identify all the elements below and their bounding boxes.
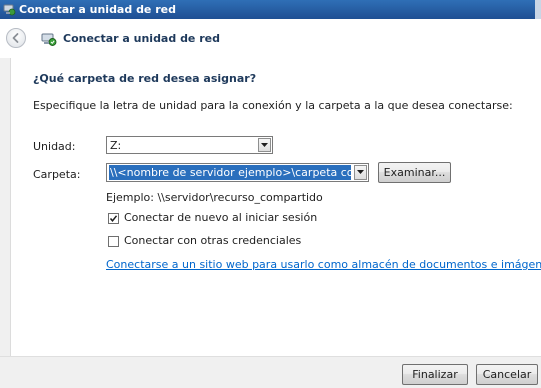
instructions-text: Especifique la letra de unidad para la c… (33, 99, 513, 112)
title-bar-edge (535, 0, 541, 19)
back-arrow-icon (12, 33, 19, 43)
drive-select-value: Z: (110, 139, 122, 152)
reconnect-label[interactable]: Conectar de nuevo al iniciar sesión (124, 211, 317, 224)
wizard-content: ¿Qué carpeta de red desea asignar? Espec… (10, 58, 541, 356)
title-bar[interactable]: Conectar a unidad de red (0, 0, 541, 19)
drive-label: Unidad: (33, 140, 76, 153)
header-title: Conectar a unidad de red (63, 32, 220, 45)
other-credentials-label[interactable]: Conectar con otras credenciales (124, 234, 301, 247)
network-drive-icon (41, 31, 57, 47)
other-credentials-checkbox[interactable] (108, 236, 119, 247)
chevron-down-icon (357, 170, 364, 174)
website-storage-link[interactable]: Conectarse a un sitio web para usarlo co… (106, 258, 541, 271)
reconnect-checkbox[interactable] (108, 213, 119, 224)
drive-dropdown-button[interactable] (258, 138, 271, 152)
page-title: ¿Qué carpeta de red desea asignar? (33, 72, 257, 85)
folder-dropdown-button[interactable] (354, 165, 367, 180)
cancel-button[interactable]: Cancelar (476, 364, 538, 385)
browse-button[interactable]: Examinar... (378, 162, 451, 183)
drive-select[interactable]: Z: (106, 136, 273, 154)
browse-button-label: Examinar... (383, 166, 446, 179)
folder-input-value[interactable]: \\<nombre de servidor ejemplo>\carpeta c… (108, 164, 352, 181)
folder-combobox[interactable]: \\<nombre de servidor ejemplo>\carpeta c… (106, 163, 369, 182)
network-drive-icon (3, 3, 16, 16)
chevron-down-icon (261, 143, 268, 147)
cancel-button-label: Cancelar (482, 368, 532, 381)
finish-button-label: Finalizar (412, 368, 458, 381)
window-title: Conectar a unidad de red (19, 3, 176, 16)
folder-label: Carpeta: (33, 168, 81, 181)
dialog-footer: Finalizar Cancelar (0, 356, 541, 388)
finish-button[interactable]: Finalizar (402, 364, 468, 385)
website-storage-link-text[interactable]: Conectarse a un sitio web para usarlo co… (106, 258, 541, 271)
example-text: Ejemplo: \\servidor\recurso_compartido (106, 191, 323, 204)
checkmark-icon (109, 215, 118, 222)
back-button[interactable] (6, 28, 26, 48)
dialog-window: Conectar a unidad de red Conectar a unid… (0, 0, 541, 388)
wizard-header: Conectar a unidad de red (0, 19, 541, 58)
